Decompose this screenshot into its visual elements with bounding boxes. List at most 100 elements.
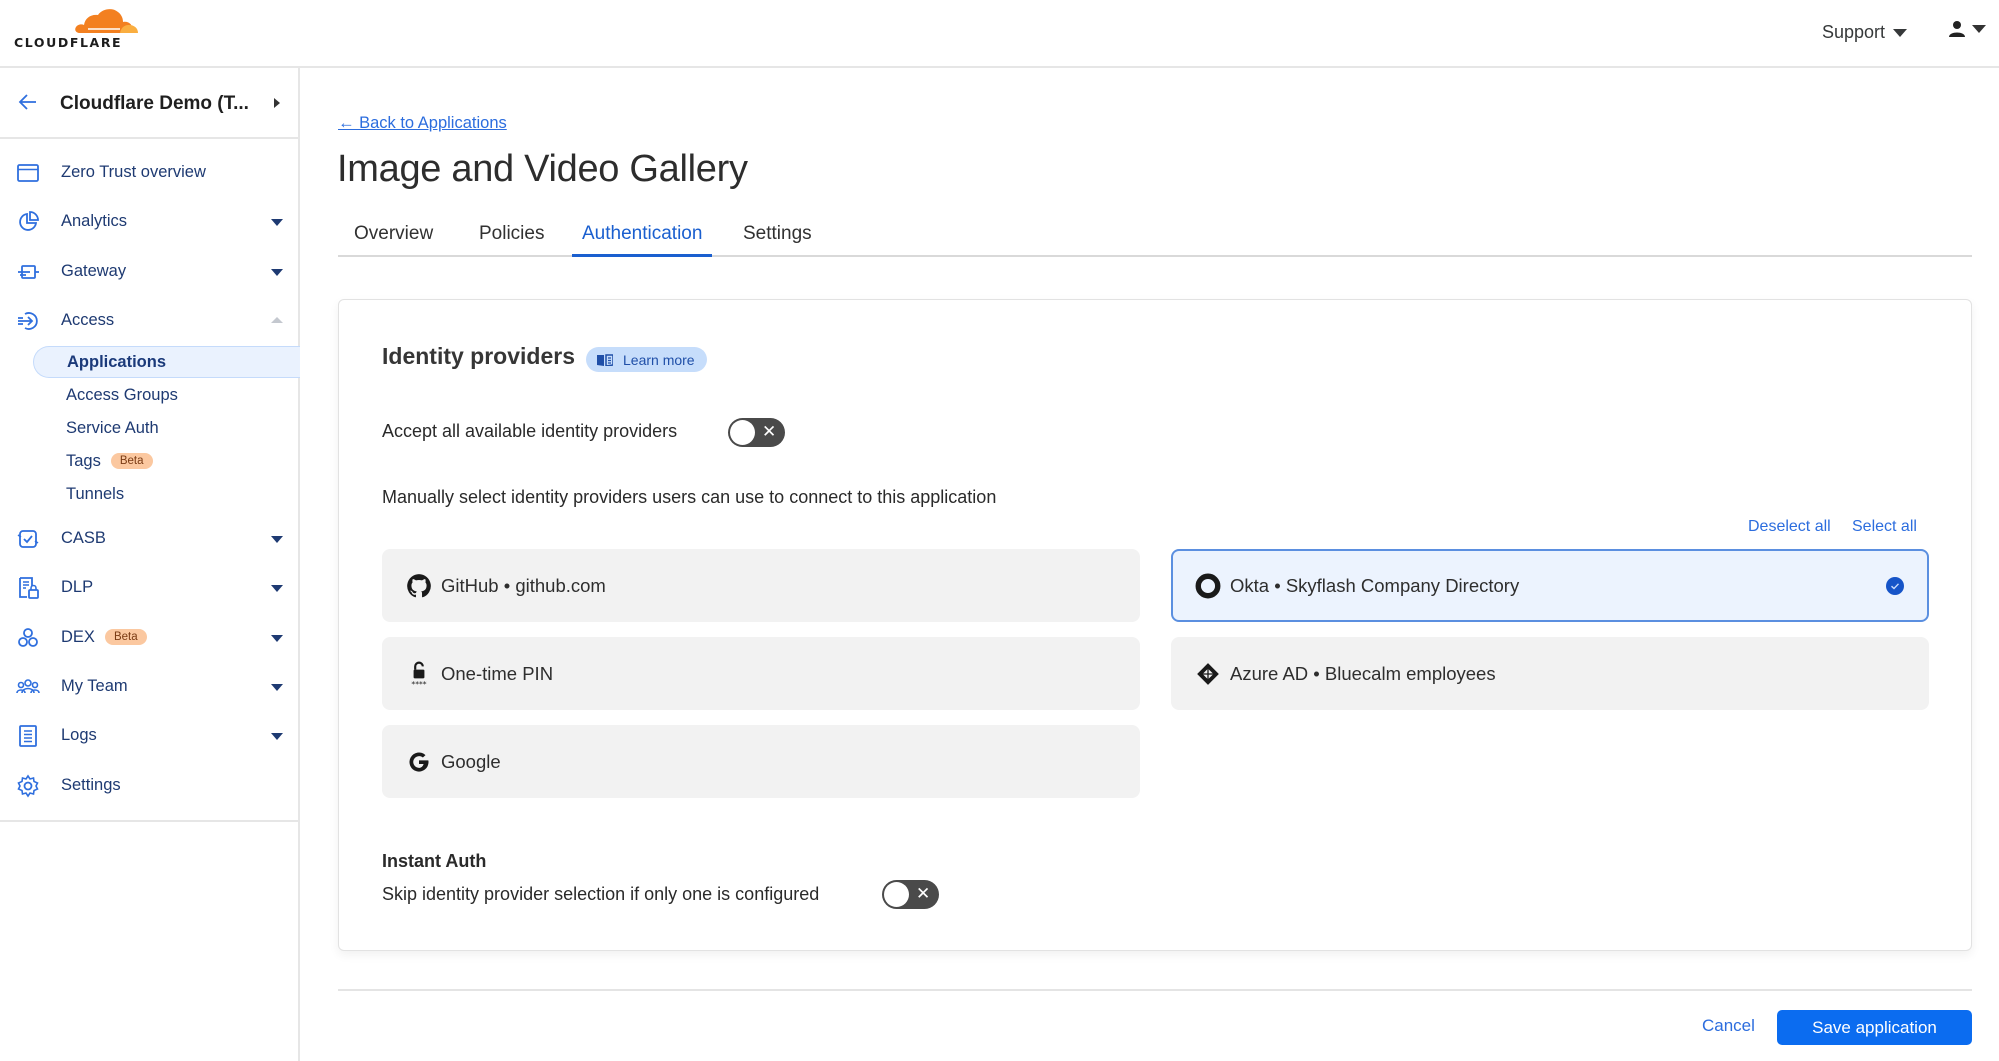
idp-option-one-time-pin[interactable]: **** One-time PIN bbox=[382, 637, 1140, 710]
beta-badge: Beta bbox=[110, 453, 153, 469]
browser-window-icon bbox=[17, 164, 39, 182]
azure-ad-icon bbox=[1197, 663, 1219, 685]
sidebar-item-label: Gateway bbox=[61, 262, 127, 280]
sidebar-item-casb[interactable]: CASB bbox=[0, 519, 298, 559]
logs-icon bbox=[19, 725, 37, 747]
sign-in-icon bbox=[18, 312, 38, 330]
deselect-all-button[interactable]: Deselect all bbox=[1748, 518, 1831, 536]
back-to-applications-link[interactable]: ← Back to Applications bbox=[338, 114, 507, 133]
sidebar-item-label: DLP bbox=[61, 578, 94, 596]
sidebar-subitem-tags[interactable]: Tags Beta bbox=[33, 445, 300, 477]
chevron-down-icon bbox=[271, 635, 283, 642]
sidebar: Cloudflare Demo (T... Zero Trust overvie… bbox=[0, 68, 300, 1061]
learn-more-button[interactable]: Learn more bbox=[586, 347, 707, 372]
idp-option-github[interactable]: GitHub • github.com bbox=[382, 549, 1140, 622]
instant-auth-label: Skip identity provider selection if only… bbox=[382, 884, 820, 904]
select-all-button[interactable]: Select all bbox=[1852, 518, 1917, 536]
sidebar-item-label: My Team bbox=[61, 677, 128, 695]
idp-option-google[interactable]: Google bbox=[382, 725, 1140, 798]
sidebar-divider bbox=[0, 820, 298, 822]
sidebar-item-settings[interactable]: Settings bbox=[0, 766, 298, 806]
sidebar-subitem-label: Applications bbox=[67, 353, 167, 371]
chevron-right-icon bbox=[274, 98, 280, 108]
sidebar-item-label: Settings bbox=[61, 776, 121, 794]
gateway-icon bbox=[18, 265, 39, 279]
footer-divider bbox=[338, 989, 1972, 991]
tab-overview[interactable]: Overview bbox=[354, 223, 433, 257]
account-switcher[interactable]: Cloudflare Demo (T... bbox=[0, 68, 298, 139]
gear-icon bbox=[17, 774, 39, 798]
sidebar-item-label: CASB bbox=[61, 529, 106, 547]
tab-bar: Overview Policies Authentication Setting… bbox=[338, 221, 1972, 257]
sidebar-item-logs[interactable]: Logs bbox=[0, 716, 298, 756]
sidebar-subitem-service-auth[interactable]: Service Auth bbox=[33, 412, 300, 444]
idp-label: GitHub • github.com bbox=[441, 575, 606, 596]
document-lock-icon bbox=[19, 577, 39, 599]
support-menu[interactable]: Support bbox=[1822, 22, 1908, 43]
sidebar-subitem-access-groups[interactable]: Access Groups bbox=[33, 379, 300, 411]
pie-chart-icon bbox=[19, 211, 39, 231]
sidebar-item-dlp[interactable]: DLP bbox=[0, 568, 298, 608]
chevron-down-icon bbox=[271, 219, 283, 226]
sidebar-item-label: DEX Beta bbox=[61, 628, 147, 647]
tab-policies[interactable]: Policies bbox=[479, 223, 544, 257]
svg-text:****: **** bbox=[411, 680, 426, 687]
toggle-knob bbox=[730, 420, 755, 445]
sidebar-item-my-team[interactable]: My Team bbox=[0, 667, 298, 707]
chevron-down-icon bbox=[271, 536, 283, 543]
dex-icon bbox=[18, 628, 38, 647]
sidebar-item-access[interactable]: Access bbox=[0, 301, 298, 341]
cloudflare-logo[interactable]: CLOUDFLARE bbox=[14, 6, 140, 52]
page-title: Image and Video Gallery bbox=[337, 148, 748, 190]
chevron-down-icon bbox=[271, 269, 283, 276]
selected-check-icon bbox=[1886, 577, 1904, 595]
chevron-down-icon bbox=[271, 684, 283, 691]
sidebar-item-gateway[interactable]: Gateway bbox=[0, 252, 298, 292]
idp-label: Google bbox=[441, 751, 501, 772]
tab-settings[interactable]: Settings bbox=[743, 223, 812, 257]
toggle-knob bbox=[884, 882, 909, 907]
tags-label: Tags bbox=[66, 452, 101, 470]
accept-all-toggle[interactable]: ✕ bbox=[728, 418, 785, 447]
save-application-button[interactable]: Save application bbox=[1777, 1010, 1972, 1045]
idp-option-okta[interactable]: Okta • Skyflash Company Directory bbox=[1171, 549, 1929, 622]
arrow-left-icon[interactable] bbox=[16, 90, 40, 114]
sidebar-item-label: Access bbox=[61, 311, 115, 329]
brand-wordmark: CLOUDFLARE bbox=[14, 35, 123, 50]
sidebar-subitem-tunnels[interactable]: Tunnels bbox=[33, 478, 300, 510]
top-header: CLOUDFLARE Support bbox=[0, 0, 1999, 68]
identity-providers-card: Identity providers Learn more Accept all… bbox=[338, 299, 1972, 951]
account-name: Cloudflare Demo (T... bbox=[60, 93, 249, 114]
instant-auth-toggle[interactable]: ✕ bbox=[882, 880, 939, 909]
close-icon: ✕ bbox=[916, 884, 931, 903]
casb-icon bbox=[17, 530, 39, 548]
chevron-down-icon bbox=[271, 585, 283, 592]
sidebar-item-analytics[interactable]: Analytics bbox=[0, 202, 298, 242]
dex-label: DEX bbox=[61, 628, 95, 646]
sidebar-item-dex[interactable]: DEX Beta bbox=[0, 618, 298, 658]
idp-option-azure-ad[interactable]: Azure AD • Bluecalm employees bbox=[1171, 637, 1929, 710]
sidebar-item-label: Analytics bbox=[61, 212, 128, 230]
sidebar-item-label: Logs bbox=[61, 726, 97, 744]
user-icon bbox=[1949, 21, 1965, 37]
tab-authentication[interactable]: Authentication bbox=[572, 223, 713, 257]
pin-lock-icon: **** bbox=[411, 661, 427, 687]
google-icon bbox=[409, 752, 429, 772]
learn-more-label: Learn more bbox=[623, 351, 695, 368]
instant-auth-heading: Instant Auth bbox=[382, 851, 487, 871]
user-menu[interactable] bbox=[1948, 20, 1986, 38]
book-icon bbox=[597, 353, 613, 366]
sidebar-item-zero-trust-overview[interactable]: Zero Trust overview bbox=[0, 153, 298, 193]
chevron-down-icon bbox=[1893, 28, 1908, 37]
cloudflare-cloud-icon bbox=[75, 9, 138, 33]
chevron-down-icon bbox=[271, 733, 283, 740]
sidebar-item-label: Zero Trust overview bbox=[61, 163, 206, 181]
okta-icon bbox=[1195, 573, 1221, 599]
beta-badge: Beta bbox=[104, 629, 147, 645]
sidebar-subitem-applications[interactable]: Applications bbox=[33, 346, 300, 378]
cancel-button[interactable]: Cancel bbox=[1702, 1016, 1755, 1036]
support-label: Support bbox=[1822, 22, 1886, 42]
chevron-up-icon bbox=[271, 317, 283, 323]
sidebar-subitem-label: Access Groups bbox=[66, 386, 178, 404]
github-icon bbox=[407, 574, 431, 598]
